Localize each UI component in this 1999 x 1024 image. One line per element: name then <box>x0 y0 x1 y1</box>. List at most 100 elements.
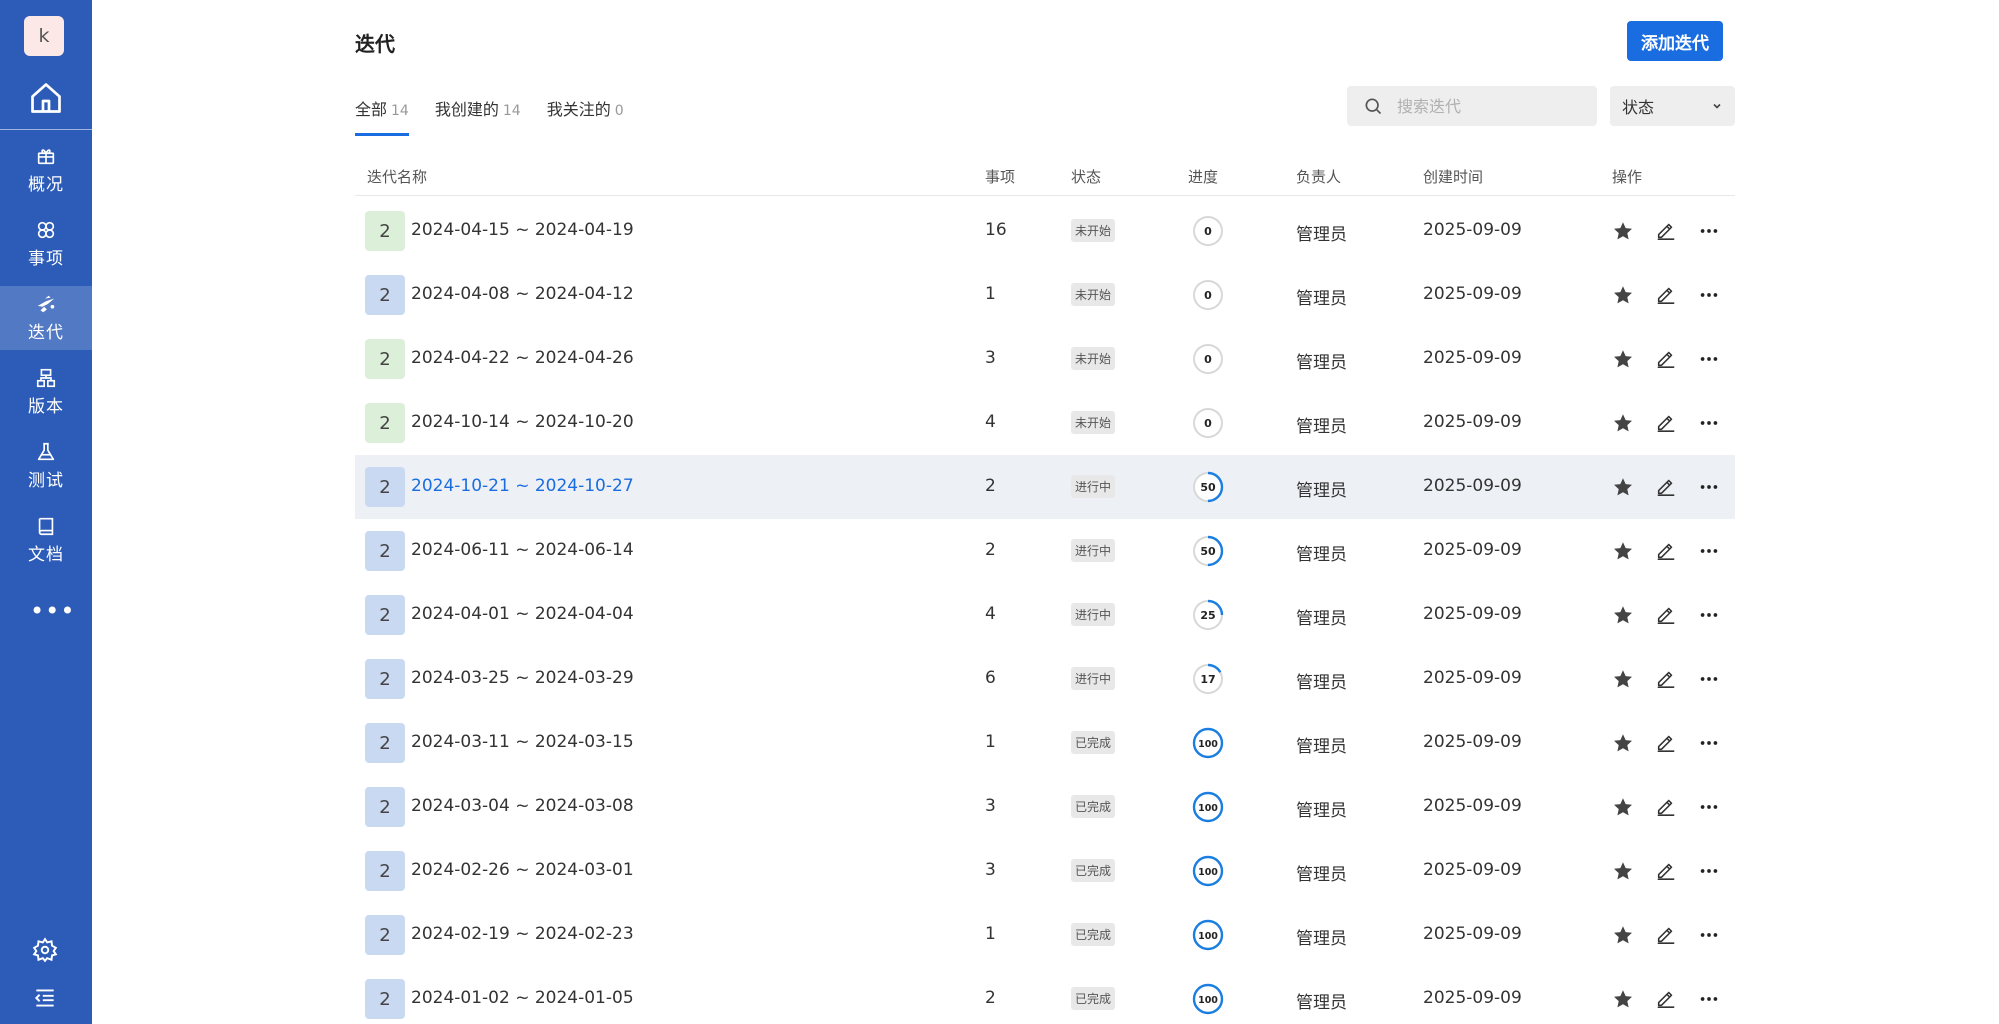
table-row[interactable]: 2 2024-01-02 ~ 2024-01-05 2 已完成 100 管理员 2025-0… <box>355 967 1735 1024</box>
more-horizontal-icon[interactable] <box>1698 732 1720 754</box>
sidebar-item-test[interactable]: 测试 <box>0 434 92 498</box>
status-filter-select[interactable]: 状态 <box>1610 86 1735 126</box>
star-icon[interactable] <box>1612 924 1634 946</box>
edit-pencil-icon[interactable] <box>1655 283 1677 305</box>
edit-pencil-icon[interactable] <box>1655 731 1677 753</box>
avatar[interactable]: k <box>24 16 64 56</box>
created-date: 2025-09-09 <box>1423 412 1522 432</box>
created-date: 2025-09-09 <box>1423 220 1522 240</box>
edit-pencil-icon[interactable] <box>1655 987 1677 1009</box>
column-header-progress: 进度 <box>1188 168 1219 186</box>
tab-all[interactable]: 全部 14 <box>355 92 409 136</box>
edit-pencil-icon[interactable] <box>1655 795 1677 817</box>
star-icon[interactable] <box>1612 796 1634 818</box>
more-horizontal-icon[interactable] <box>1698 284 1720 306</box>
more-horizontal-icon[interactable] <box>1698 796 1720 818</box>
edit-pencil-icon[interactable] <box>1655 667 1677 689</box>
home-icon[interactable] <box>28 80 64 116</box>
iteration-name-link[interactable]: 2024-06-11 ~ 2024-06-14 <box>411 540 634 560</box>
iteration-name-link[interactable]: 2024-04-08 ~ 2024-04-12 <box>411 284 634 304</box>
iteration-name-link[interactable]: 2024-03-25 ~ 2024-03-29 <box>411 668 634 688</box>
collapse-menu-icon[interactable] <box>32 985 58 1011</box>
sidebar-item-iteration[interactable]: 迭代 <box>0 286 92 350</box>
settings-gear-icon[interactable] <box>32 937 58 963</box>
star-icon[interactable] <box>1612 412 1634 434</box>
iteration-name-link[interactable]: 2024-02-19 ~ 2024-02-23 <box>411 924 634 944</box>
more-icon[interactable]: ••• <box>30 599 74 623</box>
created-date: 2025-09-09 <box>1423 284 1522 304</box>
table-row[interactable]: 2 2024-04-01 ~ 2024-04-04 4 进行中 25 管理员 2025-09… <box>355 583 1735 647</box>
progress-value: 100 <box>1198 803 1218 814</box>
more-horizontal-icon[interactable] <box>1698 476 1720 498</box>
more-horizontal-icon[interactable] <box>1698 604 1720 626</box>
more-horizontal-icon[interactable] <box>1698 540 1720 562</box>
search-input[interactable] <box>1397 96 1587 116</box>
star-icon[interactable] <box>1612 604 1634 626</box>
more-horizontal-icon[interactable] <box>1698 668 1720 690</box>
star-icon[interactable] <box>1612 284 1634 306</box>
iteration-name-link[interactable]: 2024-04-15 ~ 2024-04-19 <box>411 220 634 240</box>
edit-pencil-icon[interactable] <box>1655 411 1677 433</box>
iteration-name-link[interactable]: 2024-03-11 ~ 2024-03-15 <box>411 732 634 752</box>
sidebar-item-overview[interactable]: 概况 <box>0 138 92 202</box>
iteration-name-link[interactable]: 2024-04-01 ~ 2024-04-04 <box>411 604 634 624</box>
iteration-number-badge: 2 <box>365 979 405 1019</box>
iteration-name-link[interactable]: 2024-10-14 ~ 2024-10-20 <box>411 412 634 432</box>
more-horizontal-icon[interactable] <box>1698 412 1720 434</box>
table-row[interactable]: 2 2024-02-19 ~ 2024-02-23 1 已完成 100 管理员 2025-0… <box>355 903 1735 967</box>
version-icon <box>36 368 56 388</box>
table-row[interactable]: 2 2024-10-14 ~ 2024-10-20 4 未开始 0 管理员 2025-09-… <box>355 391 1735 455</box>
table-row[interactable]: 2 2024-04-08 ~ 2024-04-12 1 未开始 0 管理员 2025-09-… <box>355 263 1735 327</box>
iteration-name-link[interactable]: 2024-03-04 ~ 2024-03-08 <box>411 796 634 816</box>
edit-pencil-icon[interactable] <box>1655 347 1677 369</box>
tab-following[interactable]: 我关注的 0 <box>547 92 624 136</box>
progress-value: 0 <box>1204 417 1212 430</box>
iteration-name-link[interactable]: 2024-10-21 ~ 2024-10-27 <box>411 476 634 496</box>
star-icon[interactable] <box>1612 732 1634 754</box>
add-iteration-button[interactable]: 添加迭代 <box>1627 21 1723 61</box>
table-row[interactable]: 2 2024-03-25 ~ 2024-03-29 6 进行中 17 管理员 2025-09… <box>355 647 1735 711</box>
edit-pencil-icon[interactable] <box>1655 219 1677 241</box>
table-row[interactable]: 2 2024-03-11 ~ 2024-03-15 1 已完成 100 管理员 2025-0… <box>355 711 1735 775</box>
star-icon[interactable] <box>1612 668 1634 690</box>
table-row[interactable]: 2 2024-03-04 ~ 2024-03-08 3 已完成 100 管理员 2025-0… <box>355 775 1735 839</box>
edit-pencil-icon[interactable] <box>1655 475 1677 497</box>
iteration-name-link[interactable]: 2024-01-02 ~ 2024-01-05 <box>411 988 634 1008</box>
progress-value: 0 <box>1204 225 1212 238</box>
more-horizontal-icon[interactable] <box>1698 988 1720 1010</box>
star-icon[interactable] <box>1612 860 1634 882</box>
chevron-down-icon <box>1713 103 1721 109</box>
sidebar-item-items[interactable]: 事项 <box>0 212 92 276</box>
table-row[interactable]: 2 2024-02-26 ~ 2024-03-01 3 已完成 100 管理员 2025-0… <box>355 839 1735 903</box>
iteration-name-link[interactable]: 2024-04-22 ~ 2024-04-26 <box>411 348 634 368</box>
progress-ring: 100 <box>1192 855 1224 887</box>
status-badge: 已完成 <box>1071 859 1116 882</box>
tab-created-by-me[interactable]: 我创建的 14 <box>435 92 521 136</box>
more-horizontal-icon[interactable] <box>1698 924 1720 946</box>
column-header-created: 创建时间 <box>1423 168 1484 186</box>
sidebar-item-docs[interactable]: 文档 <box>0 508 92 572</box>
edit-pencil-icon[interactable] <box>1655 923 1677 945</box>
more-horizontal-icon[interactable] <box>1698 220 1720 242</box>
progress-ring: 17 <box>1192 663 1224 695</box>
star-icon[interactable] <box>1612 220 1634 242</box>
table-row[interactable]: 2 2024-06-11 ~ 2024-06-14 2 进行中 50 管理员 2025-09… <box>355 519 1735 583</box>
more-horizontal-icon[interactable] <box>1698 348 1720 370</box>
edit-pencil-icon[interactable] <box>1655 539 1677 561</box>
item-count: 1 <box>985 284 996 304</box>
star-icon[interactable] <box>1612 348 1634 370</box>
sidebar-item-version[interactable]: 版本 <box>0 360 92 424</box>
edit-pencil-icon[interactable] <box>1655 603 1677 625</box>
table-row[interactable]: 2 2024-04-22 ~ 2024-04-26 3 未开始 0 管理员 2025-09-… <box>355 327 1735 391</box>
test-flask-icon <box>37 442 55 461</box>
iteration-name-link[interactable]: 2024-02-26 ~ 2024-03-01 <box>411 860 634 880</box>
edit-pencil-icon[interactable] <box>1655 859 1677 881</box>
status-badge: 未开始 <box>1071 347 1116 370</box>
more-horizontal-icon[interactable] <box>1698 860 1720 882</box>
star-icon[interactable] <box>1612 476 1634 498</box>
table-row[interactable]: 2 2024-10-21 ~ 2024-10-27 2 进行中 50 管理员 2025-09… <box>355 455 1735 519</box>
status-badge: 未开始 <box>1071 411 1116 434</box>
table-row[interactable]: 2 2024-04-15 ~ 2024-04-19 16 未开始 0 管理员 2025-09… <box>355 199 1735 263</box>
star-icon[interactable] <box>1612 988 1634 1010</box>
star-icon[interactable] <box>1612 540 1634 562</box>
